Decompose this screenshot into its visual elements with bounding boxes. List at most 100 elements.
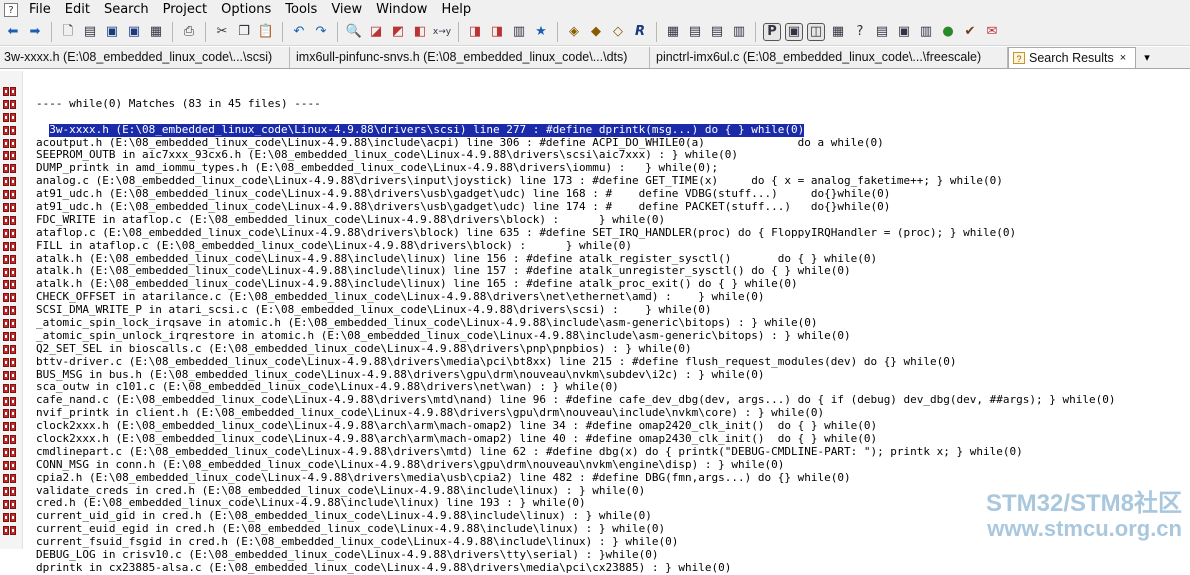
bookmark-prev-icon[interactable]: ▥ [510, 23, 528, 41]
menu-file[interactable]: File [22, 0, 58, 19]
menu-edit[interactable]: Edit [58, 0, 97, 19]
result-line[interactable]: DEBUG_LOG in crisv10.c (E:\08_embedded_l… [36, 548, 1115, 562]
goto-icon[interactable]: ◧ [411, 23, 429, 41]
result-line[interactable]: FDC_WRITE in ataflop.c (E:\08_embedded_l… [36, 213, 1115, 227]
replace-icon[interactable]: ◩ [389, 23, 407, 41]
tab-imx6ull-pinfunc-snvs-h[interactable]: imx6ull-pinfunc-snvs.h (E:\08_embedded_l… [290, 47, 650, 68]
match-marker-icon[interactable] [3, 228, 17, 238]
tool-7-icon[interactable]: ✔ [961, 23, 979, 41]
match-marker-icon[interactable] [3, 461, 17, 470]
match-marker-icon[interactable] [3, 112, 17, 122]
layout-2-icon[interactable]: ▤ [686, 23, 704, 41]
match-marker-icon[interactable] [3, 396, 17, 406]
menu-project[interactable]: Project [156, 0, 214, 19]
match-marker-icon[interactable] [3, 241, 17, 251]
symbol-icon[interactable]: ◈ [565, 23, 583, 41]
match-marker-icon[interactable] [3, 357, 17, 367]
result-line[interactable]: ataflop.c (E:\08_embedded_linux_code\Lin… [36, 226, 1115, 240]
match-marker-icon[interactable] [3, 99, 17, 109]
window-icon[interactable]: ★ [532, 23, 550, 41]
match-marker-icon[interactable] [3, 267, 17, 277]
reference-icon[interactable]: ◆ [587, 23, 605, 41]
tool-3-icon[interactable]: ▤ [873, 23, 891, 41]
tab-search-results[interactable]: ? Search Results × [1008, 47, 1136, 68]
tab-pinctrl-imx6ul-c[interactable]: pinctrl-imx6ul.c (E:\08_embedded_linux_c… [650, 47, 1008, 68]
match-marker-icon[interactable] [3, 499, 17, 509]
match-marker-icon[interactable] [3, 448, 17, 458]
match-marker-icon[interactable] [3, 512, 17, 522]
tool-1-icon[interactable]: ▦ [829, 23, 847, 41]
paste-icon[interactable]: 📋 [257, 23, 275, 41]
result-line[interactable]: FILL in ataflop.c (E:\08_embedded_linux_… [36, 239, 1115, 253]
menu-options[interactable]: Options [214, 0, 278, 19]
redo-icon[interactable]: ↷ [312, 23, 330, 41]
print-icon[interactable]: ⎙ [180, 23, 198, 41]
relation-icon[interactable]: ◇ [609, 23, 627, 41]
match-marker-icon[interactable] [3, 486, 17, 496]
match-marker-icon[interactable] [3, 138, 17, 148]
layout-4-icon[interactable]: ▥ [730, 23, 748, 41]
match-marker-icon[interactable] [3, 254, 17, 264]
match-marker-icon[interactable] [3, 306, 17, 316]
match-marker-icon[interactable] [3, 164, 17, 174]
tool-6-icon[interactable]: ● [939, 23, 957, 41]
result-line[interactable]: dprintk in cx23885-alsa.c (E:\08_embedde… [36, 561, 1115, 575]
menu-window[interactable]: Window [369, 0, 434, 19]
layout-1-icon[interactable]: ▦ [664, 23, 682, 41]
match-marker-icon[interactable] [3, 280, 17, 290]
match-marker-icon[interactable] [3, 435, 17, 445]
back-arrow-icon[interactable]: ⬅ [4, 23, 22, 41]
match-marker-icon[interactable] [3, 473, 17, 483]
mode-1-icon[interactable]: P [763, 23, 781, 41]
jump-icon[interactable]: x→y [433, 23, 451, 41]
match-marker-icon[interactable] [3, 409, 17, 419]
match-marker-icon[interactable] [3, 383, 17, 393]
match-marker-icon[interactable] [3, 293, 17, 303]
result-line[interactable]: _atomic_spin_lock_irqsave in atomic.h (E… [36, 316, 1115, 330]
result-line[interactable]: cmdlinepart.c (E:\08_embedded_linux_code… [36, 445, 1115, 459]
layout-3-icon[interactable]: ▤ [708, 23, 726, 41]
tool-2-icon[interactable]: ? [851, 23, 869, 41]
result-line[interactable]: Q2_SET_SEL in bioscalls.c (E:\08_embedde… [36, 342, 1115, 356]
match-marker-icon[interactable] [3, 203, 17, 212]
menu-tools[interactable]: Tools [278, 0, 324, 19]
mode-3-icon[interactable]: ◫ [807, 23, 825, 41]
match-marker-icon[interactable] [3, 125, 17, 135]
tab-3w-xxxx-h[interactable]: 3w-xxxx.h (E:\08_embedded_linux_code\...… [0, 47, 290, 68]
save-icon[interactable]: ▣ [103, 23, 121, 41]
match-marker-icon[interactable] [3, 190, 17, 200]
chevron-down-icon[interactable]: ▾ [1136, 47, 1158, 68]
result-line[interactable]: cpia2.h (E:\08_embedded_linux_code\Linux… [36, 471, 1115, 485]
match-marker-icon[interactable] [3, 370, 17, 380]
match-marker-icon[interactable] [3, 332, 17, 341]
copy-icon[interactable]: ❐ [235, 23, 253, 41]
tool-8-icon[interactable]: ✉ [983, 23, 1001, 41]
match-marker-icon[interactable] [3, 344, 17, 354]
cut-icon[interactable]: ✂ [213, 23, 231, 41]
result-line[interactable]: bttv-driver.c (E:\08_embedded_linux_code… [36, 355, 1115, 369]
match-marker-icon[interactable] [3, 319, 17, 329]
menu-view[interactable]: View [324, 0, 369, 19]
result-line[interactable]: at91_udc.h (E:\08_embedded_linux_code\Li… [36, 200, 1115, 214]
result-line[interactable]: clock2xxx.h (E:\08_embedded_linux_code\L… [36, 432, 1115, 446]
match-marker-icon[interactable] [3, 177, 17, 187]
save-all-icon[interactable]: ▣ [125, 23, 143, 41]
forward-arrow-icon[interactable]: ➡ [26, 23, 44, 41]
tool-5-icon[interactable]: ▥ [917, 23, 935, 41]
result-line[interactable]: _atomic_spin_unlock_irqrestore in atomic… [36, 329, 1115, 343]
close-file-icon[interactable]: ▦ [147, 23, 165, 41]
new-file-icon[interactable]: 🗋 [59, 23, 77, 41]
close-icon[interactable]: × [1120, 48, 1126, 68]
r-logo-icon[interactable]: R [631, 23, 649, 41]
result-line[interactable]: 3w-xxxx.h (E:\08_embedded_linux_code\Lin… [49, 123, 805, 137]
match-marker-icon[interactable] [3, 86, 17, 96]
bookmark-next-icon[interactable]: ◨ [488, 23, 506, 41]
menu-search[interactable]: Search [97, 0, 156, 19]
result-line[interactable]: CONN_MSG in conn.h (E:\08_embedded_linux… [36, 458, 1115, 472]
menu-help[interactable]: Help [434, 0, 478, 19]
match-marker-icon[interactable] [3, 215, 17, 225]
match-marker-icon[interactable] [3, 525, 17, 535]
bookmark-icon[interactable]: ◨ [466, 23, 484, 41]
tool-4-icon[interactable]: ▣ [895, 23, 913, 41]
mode-2-icon[interactable]: ▣ [785, 23, 803, 41]
